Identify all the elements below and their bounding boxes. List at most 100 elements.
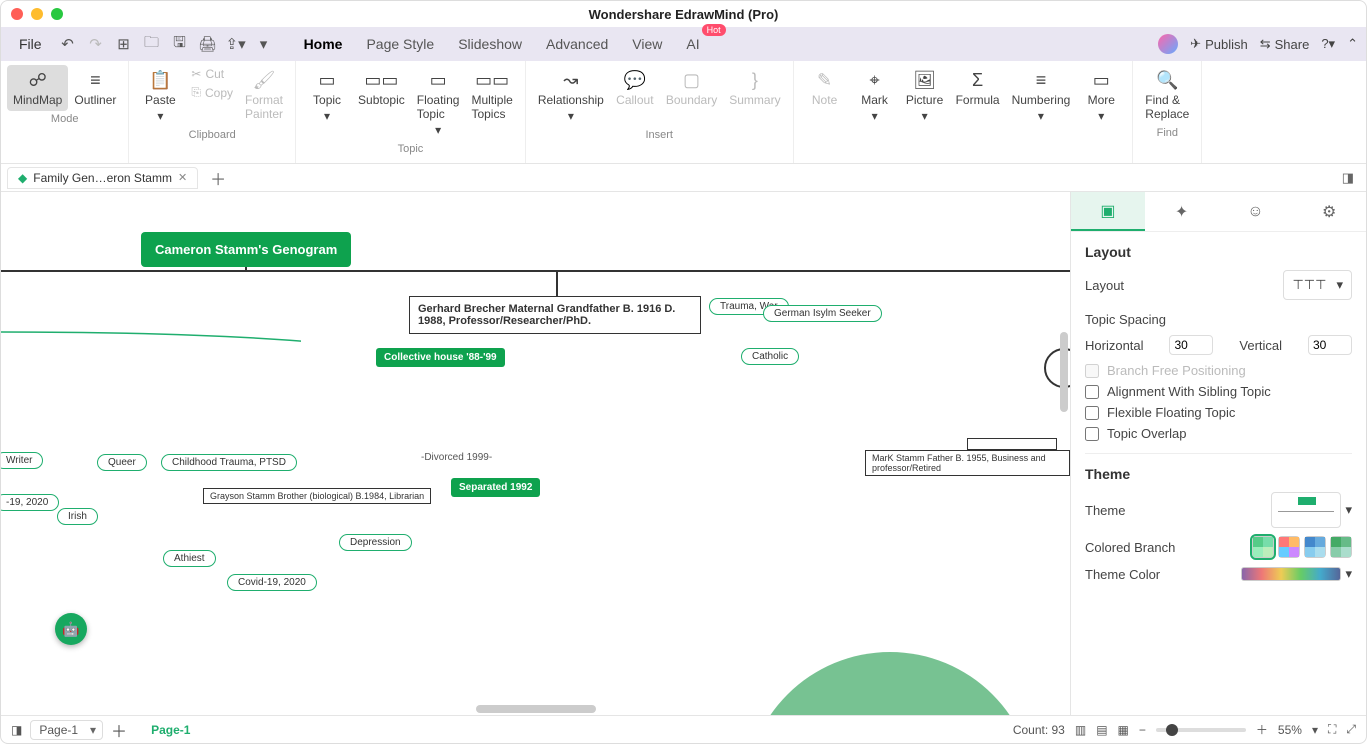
tab-advanced[interactable]: Advanced — [534, 30, 620, 58]
share-button[interactable]: ⇆Share — [1260, 36, 1310, 52]
summary-button[interactable]: }Summary — [723, 65, 786, 127]
redo-icon[interactable]: ↷ — [84, 32, 108, 56]
subtopic-button[interactable]: ▭▭Subtopic — [352, 65, 411, 141]
chevron-down-icon[interactable]: ▾ — [1345, 566, 1352, 582]
athiest-pill[interactable]: Athiest — [163, 550, 216, 567]
panel-toggle-icon[interactable]: ◨ — [1336, 170, 1360, 186]
view1-icon[interactable]: ▥ — [1075, 723, 1086, 737]
swatch-4[interactable] — [1330, 536, 1352, 558]
paste-button[interactable]: 📋Paste▾ — [135, 65, 185, 127]
more-icon[interactable]: ▾ — [252, 32, 276, 56]
mark-node[interactable]: MarK Stamm Father B. 1955, Business and … — [865, 450, 1070, 476]
catholic-pill[interactable]: Catholic — [741, 348, 799, 365]
copy-button[interactable]: ⎘Copy — [185, 83, 239, 102]
boundary-button[interactable]: ▢Boundary — [660, 65, 723, 127]
covid-pill[interactable]: Covid-19, 2020 — [227, 574, 317, 591]
tab-ai[interactable]: AIHot — [674, 30, 711, 58]
overlap-check[interactable]: Topic Overlap — [1085, 426, 1352, 441]
help-button[interactable]: ?▾ — [1321, 36, 1335, 52]
sp-tab-layout[interactable]: ▣ — [1071, 192, 1145, 231]
numbering-button[interactable]: ≡Numbering▾ — [1006, 65, 1077, 127]
multiple-topics-button[interactable]: ▭▭Multiple Topics — [465, 65, 518, 141]
zoom-in-button[interactable]: ＋ — [1256, 721, 1268, 738]
grayson-node[interactable]: Grayson Stamm Brother (biological) B.198… — [203, 488, 431, 504]
format-painter-button[interactable]: 🖌Format Painter — [239, 65, 289, 127]
zoom-dropdown-icon[interactable]: ▾ — [1312, 723, 1318, 737]
formula-button[interactable]: ΣFormula — [950, 65, 1006, 127]
swatch-1[interactable] — [1252, 536, 1274, 558]
relationship-button[interactable]: ↝Relationship▾ — [532, 65, 610, 127]
open-icon[interactable]: 🗀 — [140, 32, 164, 56]
mindmap-button[interactable]: ☍MindMap — [7, 65, 68, 111]
theme-select[interactable] — [1271, 492, 1341, 528]
new-icon[interactable]: ⊞ — [112, 32, 136, 56]
add-tab-button[interactable]: ＋ — [204, 166, 232, 190]
vertical-scrollbar[interactable] — [1060, 332, 1068, 412]
sp-tab-settings[interactable]: ⚙ — [1292, 192, 1366, 231]
root-topic[interactable]: Cameron Stamm's Genogram — [141, 232, 351, 267]
fullscreen-icon[interactable]: ⤢ — [1346, 722, 1356, 737]
cut-button[interactable]: ✂Cut — [185, 65, 239, 83]
zoom-out-button[interactable]: − — [1139, 723, 1146, 737]
canvas[interactable]: Cameron Stamm's Genogram Gerhard Brecher… — [1, 192, 1070, 715]
tab-home[interactable]: Home — [292, 30, 355, 58]
document-tab[interactable]: ◆ Family Gen…eron Stamm ✕ — [7, 167, 198, 189]
mark-button[interactable]: ⌖Mark▾ — [850, 65, 900, 127]
find-replace-button[interactable]: 🔍Find & Replace — [1139, 65, 1195, 125]
save-icon[interactable]: 🖫 — [168, 32, 192, 56]
view2-icon[interactable]: ▤ — [1096, 723, 1107, 737]
childhood-pill[interactable]: Childhood Trauma, PTSD — [161, 454, 297, 471]
tab-page-style[interactable]: Page Style — [354, 30, 446, 58]
vertical-input[interactable] — [1308, 335, 1352, 355]
fit-icon[interactable]: ⛶ — [1328, 722, 1336, 737]
date1-pill[interactable]: -19, 2020 — [1, 494, 59, 511]
view3-icon[interactable]: ▦ — [1118, 723, 1129, 737]
empty-node[interactable] — [967, 438, 1057, 450]
horizontal-scrollbar[interactable] — [476, 705, 596, 713]
pages-icon[interactable]: ◨ — [11, 723, 22, 737]
maximize-window-icon[interactable] — [51, 8, 63, 20]
active-page-label[interactable]: Page-1 — [151, 723, 190, 737]
sp-tab-style[interactable]: ✦ — [1145, 192, 1219, 231]
publish-button[interactable]: ✈Publish — [1190, 36, 1248, 52]
export-icon[interactable]: ⇪▾ — [224, 32, 248, 56]
sp-tab-icon[interactable]: ☺ — [1219, 192, 1293, 231]
close-window-icon[interactable] — [11, 8, 23, 20]
more-button[interactable]: ▭More▾ — [1076, 65, 1126, 127]
swatch-2[interactable] — [1278, 536, 1300, 558]
print-icon[interactable]: 🖨 — [196, 32, 220, 56]
file-menu[interactable]: File — [9, 32, 52, 56]
picture-button[interactable]: 🖼Picture▾ — [900, 65, 950, 127]
alignment-check[interactable]: Alignment With Sibling Topic — [1085, 384, 1352, 399]
asylum-pill[interactable]: German Isylm Seeker — [763, 305, 882, 322]
outliner-button[interactable]: ≡Outliner — [68, 65, 122, 111]
chevron-down-icon[interactable]: ▾ — [1345, 502, 1352, 518]
page-select[interactable]: Page-1 — [30, 720, 103, 740]
writer-pill[interactable]: Writer — [1, 452, 43, 469]
layout-select[interactable]: ⊤⊤⊤▾ — [1283, 270, 1352, 300]
cameron-node[interactable] — [745, 652, 1035, 715]
assistant-button[interactable]: 🤖 — [55, 613, 87, 645]
add-page-button[interactable]: ＋ — [111, 718, 127, 742]
separated-tag[interactable]: Separated 1992 — [451, 478, 540, 497]
theme-color-select[interactable] — [1241, 567, 1341, 581]
collective-tag[interactable]: Collective house '88-'99 — [376, 348, 505, 367]
collapse-ribbon-icon[interactable]: ⌃ — [1347, 36, 1358, 52]
tab-slideshow[interactable]: Slideshow — [446, 30, 534, 58]
flexible-check[interactable]: Flexible Floating Topic — [1085, 405, 1352, 420]
grandfather-node[interactable]: Gerhard Brecher Maternal Grandfather B. … — [409, 296, 701, 334]
irish-pill[interactable]: Irish — [57, 508, 98, 525]
undo-icon[interactable]: ↶ — [56, 32, 80, 56]
avatar[interactable] — [1158, 34, 1178, 54]
close-tab-icon[interactable]: ✕ — [178, 171, 187, 184]
depression-pill[interactable]: Depression — [339, 534, 412, 551]
note-button[interactable]: ✎Note — [800, 65, 850, 127]
tab-view[interactable]: View — [620, 30, 674, 58]
queer-pill[interactable]: Queer — [97, 454, 147, 471]
topic-button[interactable]: ▭Topic▾ — [302, 65, 352, 141]
horizontal-input[interactable] — [1169, 335, 1213, 355]
callout-button[interactable]: 💬Callout — [610, 65, 660, 127]
swatch-3[interactable] — [1304, 536, 1326, 558]
minimize-window-icon[interactable] — [31, 8, 43, 20]
floating-topic-button[interactable]: ▭Floating Topic▾ — [411, 65, 466, 141]
